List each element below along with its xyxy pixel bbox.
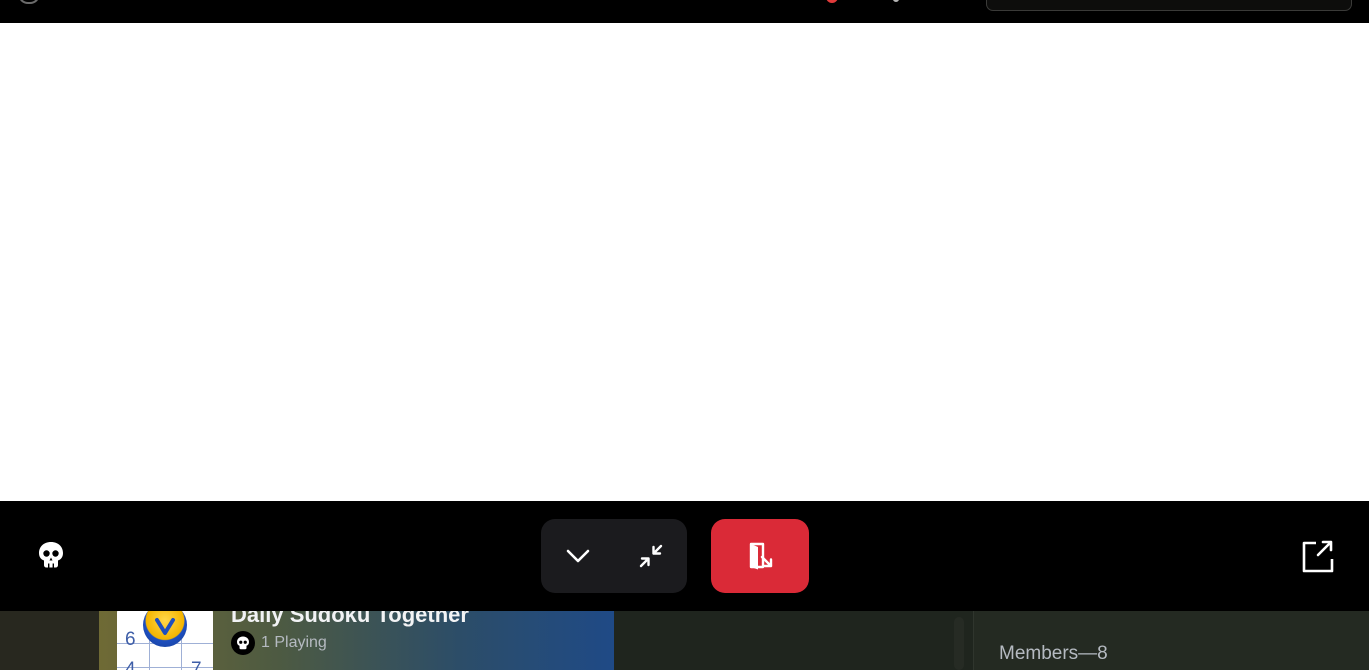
activity-card[interactable]: 6 4 7 Daily Sudoku Together 1 Playing <box>99 611 614 670</box>
sudoku-thumbnail: 6 4 7 <box>117 611 213 670</box>
chevron-down-icon <box>566 549 589 563</box>
activity-title: Daily Sudoku Together <box>231 611 469 627</box>
popout-icon <box>1302 540 1334 573</box>
top-bar <box>0 0 1369 23</box>
scrollbar[interactable] <box>954 617 964 670</box>
left-gutter <box>0 611 99 670</box>
notification-badge <box>826 0 838 3</box>
thumbnail-digit: 7 <box>191 659 202 670</box>
search-input[interactable] <box>986 0 1352 11</box>
chat-area <box>614 611 973 670</box>
members-header: Members—8 <box>999 643 1108 664</box>
user-avatar[interactable] <box>18 0 40 4</box>
popout-button[interactable] <box>1297 536 1337 576</box>
leave-activity-icon <box>749 542 773 570</box>
leave-activity-button[interactable] <box>711 519 809 593</box>
thumbnail-digit: 4 <box>125 659 136 670</box>
collapse-activity-button[interactable] <box>541 519 614 593</box>
channel-view: 6 4 7 Daily Sudoku Together 1 Playing Me… <box>0 611 1369 670</box>
players-count: 1 Playing <box>261 634 327 651</box>
minimize-activity-button[interactable] <box>614 519 687 593</box>
member-list: Members—8 <box>973 611 1369 670</box>
skull-icon <box>231 631 255 655</box>
activity-frame[interactable] <box>0 23 1369 501</box>
minimize-arrows-icon <box>639 544 662 568</box>
thumbnail-digit: 6 <box>125 629 136 650</box>
activity-view-controls <box>541 519 687 593</box>
skull-icon[interactable] <box>35 539 67 571</box>
toolbar-icon[interactable] <box>893 0 899 2</box>
activity-players: 1 Playing <box>231 631 327 655</box>
